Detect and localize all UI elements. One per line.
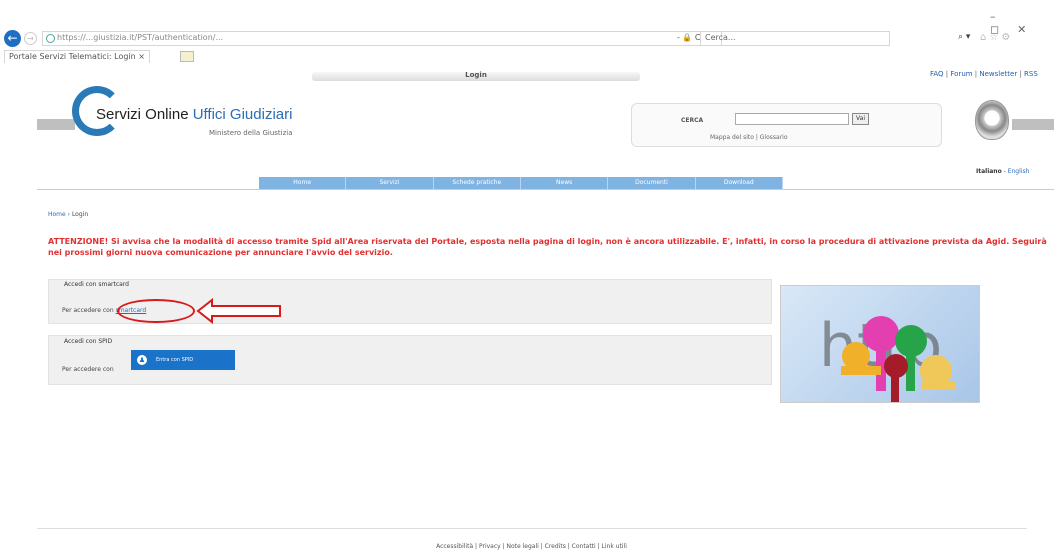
browser-search-input[interactable]: Cerca... <box>700 31 890 46</box>
smartcard-title: Accedi con smartcard <box>64 281 129 288</box>
red-highlight-ellipse <box>117 299 195 323</box>
lang-italiano[interactable]: Italiano <box>976 168 1002 175</box>
top-link-rss[interactable]: RSS <box>1024 70 1038 78</box>
banner-decor-left <box>37 119 75 130</box>
page: Login FAQ | Forum | Newsletter | RSS Ser… <box>0 63 1063 559</box>
login-top-label: Login <box>465 71 487 79</box>
logo-title[interactable]: Servizi Online Uffici Giudiziari <box>96 106 292 123</box>
smartcard-text-prefix: Per accedere con <box>62 307 116 314</box>
top-link-newsletter[interactable]: Newsletter <box>979 70 1017 78</box>
top-links: FAQ | Forum | Newsletter | RSS <box>930 70 1038 78</box>
nav-news[interactable]: News <box>521 177 609 189</box>
spid-text: Per accedere con <box>62 366 114 373</box>
site-search-links[interactable]: Mappa del sito | Glossario <box>710 134 788 141</box>
keys-image: http <box>819 311 956 402</box>
nav-download[interactable]: Download <box>696 177 783 189</box>
spid-user-icon: ♟ <box>137 355 147 365</box>
footer-links[interactable]: Accessibilità | Privacy | Note legali | … <box>0 543 1063 550</box>
browser-search-placeholder: Cerca... <box>705 33 736 42</box>
logo-title-plain: Servizi Online <box>96 106 193 123</box>
site-icon <box>46 34 55 43</box>
back-arrow-icon[interactable]: ← <box>4 30 21 47</box>
spid-title: Accedi con SPID <box>64 338 113 345</box>
banner-divider <box>37 189 1054 190</box>
lang-english[interactable]: English <box>1008 168 1030 175</box>
italian-emblem-icon <box>975 100 1009 140</box>
logo-subtitle: Ministero della Giustizia <box>209 129 293 137</box>
language-switch: Italiano - English <box>976 168 1030 175</box>
red-arrow-icon <box>196 298 281 324</box>
address-bar[interactable]: https://...giustizia.it/PST/authenticati… <box>42 31 722 46</box>
site-search-label: CERCA <box>681 117 704 124</box>
site-search-input[interactable] <box>735 113 849 125</box>
spid-button-label: Entra con SPID <box>156 357 194 363</box>
tab-title: Portale Servizi Telematici: Login <box>9 52 136 61</box>
nav-home[interactable]: Home <box>259 177 347 189</box>
logo-title-accent: Uffici Giudiziari <box>192 106 293 123</box>
nav-servizi[interactable]: Servizi <box>346 177 434 189</box>
forward-arrow-icon[interactable]: → <box>24 32 37 45</box>
main-nav: Home Servizi Schede pratiche News Docume… <box>259 177 783 189</box>
breadcrumb: Home › Login <box>48 211 89 218</box>
browser-chrome: –◻✕ ← → https://...giustizia.it/PST/auth… <box>0 0 1063 63</box>
site-search-panel: CERCA Vai Mappa del sito | Glossario <box>631 103 942 147</box>
search-icon[interactable]: ⌕ ▾ <box>958 32 970 42</box>
login-top-bar: Login <box>312 71 640 81</box>
top-link-faq[interactable]: FAQ <box>930 70 944 78</box>
new-tab-button[interactable] <box>180 51 194 62</box>
nav-documenti[interactable]: Documenti <box>608 177 696 189</box>
warning-message: ATTENZIONE! Si avvisa che la modalità di… <box>48 237 1047 257</box>
breadcrumb-current: Login <box>71 211 89 218</box>
footer-divider <box>37 528 1027 529</box>
spid-login-button[interactable]: ♟ Entra con SPID <box>131 350 235 370</box>
keys-illustration: http <box>780 285 980 403</box>
nav-schede-pratiche[interactable]: Schede pratiche <box>434 177 521 189</box>
refresh-icon[interactable]: - 🔒 C <box>677 33 701 42</box>
site-search-button[interactable]: Vai <box>852 113 869 125</box>
banner-decor-right <box>1012 119 1054 130</box>
tab-bar: Portale Servizi Telematici: Login × <box>0 50 1063 63</box>
top-link-forum[interactable]: Forum <box>950 70 972 78</box>
browser-tab[interactable]: Portale Servizi Telematici: Login × <box>4 50 150 63</box>
breadcrumb-home[interactable]: Home <box>48 211 66 218</box>
favorites-icon[interactable]: ⌂☆⚙ <box>980 32 1013 43</box>
address-url: https://...giustizia.it/PST/authenticati… <box>57 33 224 42</box>
